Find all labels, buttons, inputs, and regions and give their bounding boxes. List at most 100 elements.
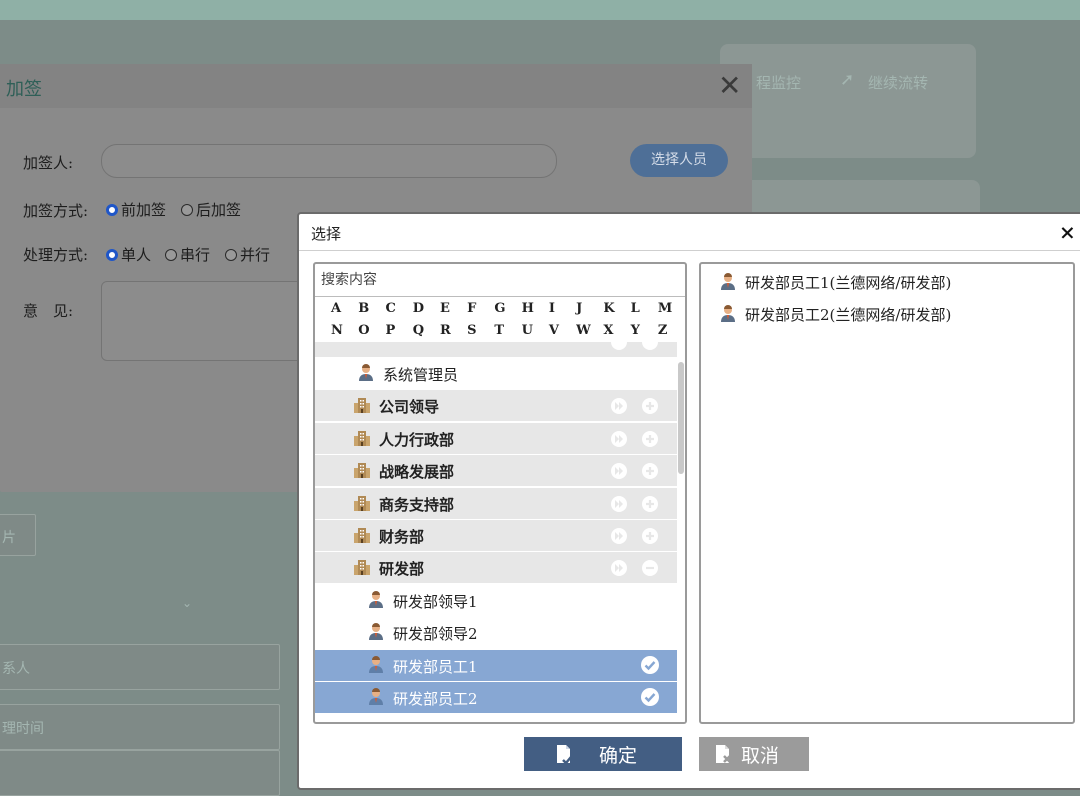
radio-icon[interactable]	[181, 204, 193, 216]
alphabet-letter[interactable]: B	[358, 301, 385, 316]
bg-continue-action[interactable]: 继续流转	[868, 72, 928, 93]
method-label: 加签方式:	[23, 202, 89, 220]
process-serial-option[interactable]: 串行	[165, 244, 210, 265]
alphabet-letter[interactable]: A	[331, 301, 358, 316]
expand-icon[interactable]	[642, 398, 658, 415]
alphabet-letter[interactable]: N	[331, 323, 358, 338]
alphabet-letter[interactable]: T	[494, 323, 521, 338]
select-all-icon[interactable]	[611, 463, 627, 480]
expand-icon[interactable]	[642, 495, 658, 512]
alphabet-letter[interactable]: R	[440, 323, 467, 338]
alphabet-row-2: NOPQRSTUVWXYZ	[331, 319, 685, 341]
confirm-button[interactable]: 确定	[524, 737, 682, 771]
tree-row-partial-bottom[interactable]	[315, 714, 677, 722]
tree-person-row[interactable]: 研发部领导1	[315, 585, 677, 616]
alphabet-letter[interactable]: D	[413, 301, 440, 316]
tree-person-row[interactable]: 研发部员工1	[315, 649, 677, 681]
expand-icon[interactable]	[642, 430, 658, 447]
alphabet-letter[interactable]: P	[385, 323, 412, 338]
person-icon	[367, 623, 385, 641]
tree-org-row[interactable]: 人力行政部	[315, 422, 677, 454]
alphabet-letter[interactable]: Q	[413, 323, 440, 338]
radio-selected-icon[interactable]	[106, 204, 118, 216]
alphabet-letter[interactable]: X	[603, 323, 630, 338]
alphabet-letter[interactable]: E	[440, 301, 467, 316]
process-label: 处理方式:	[23, 246, 89, 264]
method-after-option[interactable]: 后加签	[181, 199, 241, 220]
select-all-icon[interactable]	[611, 398, 627, 415]
process-parallel-option[interactable]: 并行	[225, 244, 270, 265]
alphabet-letter[interactable]: C	[385, 301, 412, 316]
bg-field-2[interactable]	[0, 644, 280, 690]
select-all-icon[interactable]	[611, 495, 627, 512]
select-all-icon[interactable]	[611, 528, 627, 544]
bg-monitor-action[interactable]: 程监控	[756, 72, 801, 93]
alphabet-letter[interactable]: I	[549, 301, 576, 316]
tree-row-label: 研发部员工2	[393, 690, 478, 708]
minus-icon[interactable]	[642, 342, 658, 350]
tree-row-label: 商务支持部	[379, 495, 455, 514]
alphabet-row-1: ABCDEFGHIJKLM	[331, 297, 685, 319]
close-icon[interactable]: ×	[1059, 220, 1076, 244]
tree-row-label: 公司领导	[379, 398, 440, 417]
select-person-button[interactable]: 选择人员	[630, 144, 728, 177]
confirm-label: 确定	[599, 745, 638, 767]
alphabet-letter[interactable]: Z	[658, 323, 685, 338]
tree-org-row[interactable]: 公司领导	[315, 390, 677, 422]
alphabet-letter[interactable]: J	[576, 301, 603, 316]
play-icon[interactable]	[611, 342, 627, 350]
alphabet-letter[interactable]: S	[467, 323, 494, 338]
tree-row-label: 研发部	[379, 560, 425, 579]
tree-org-row[interactable]: 研发部	[315, 552, 677, 584]
radio-selected-icon[interactable]	[106, 249, 118, 261]
select-all-icon[interactable]	[611, 430, 627, 447]
tree-org-row[interactable]: 商务支持部	[315, 487, 677, 519]
alphabet-letter[interactable]: O	[358, 323, 385, 338]
tree-person-row[interactable]: 系统管理员	[315, 358, 677, 389]
check-icon	[641, 688, 659, 706]
bg-field-4[interactable]	[0, 750, 280, 796]
search-input[interactable]	[319, 271, 663, 289]
signer-input[interactable]	[101, 144, 557, 178]
person-icon	[367, 688, 385, 706]
tree-row-label: 研发部领导1	[393, 592, 478, 611]
tree-row-label: 战略发展部	[379, 463, 455, 482]
alphabet-letter[interactable]: H	[522, 301, 549, 316]
radio-icon[interactable]	[165, 249, 177, 261]
tree-person-row[interactable]: 研发部员工2	[315, 682, 677, 713]
alphabet-letter[interactable]: F	[467, 301, 494, 316]
top-banner	[0, 0, 1080, 20]
person-icon	[367, 655, 385, 674]
tree-org-row[interactable]: 战略发展部	[315, 455, 677, 487]
add-signer-header: 加签 ✕	[0, 64, 752, 108]
alphabet-letter[interactable]: M	[658, 301, 685, 316]
alphabet-letter[interactable]: G	[494, 301, 521, 316]
alphabet-letter[interactable]: W	[576, 323, 603, 338]
select-all-icon[interactable]	[611, 560, 627, 577]
tree-person-row[interactable]: 研发部领导2	[315, 617, 677, 648]
radio-icon[interactable]	[225, 249, 237, 261]
method-before-option[interactable]: 前加签	[106, 199, 166, 220]
person-icon	[367, 590, 385, 609]
collapse-icon[interactable]	[642, 560, 658, 577]
cancel-button[interactable]: 取消	[699, 737, 809, 771]
tree-row-label: 财务部	[379, 528, 425, 546]
opinion-textarea[interactable]	[101, 281, 311, 361]
alphabet-letter[interactable]: Y	[631, 323, 658, 338]
tree-row-partial[interactable]	[315, 342, 677, 357]
alphabet-letter[interactable]: U	[522, 323, 549, 338]
alphabet-letter[interactable]: V	[549, 323, 576, 338]
process-single-option[interactable]: 单人	[106, 244, 151, 265]
document-cancel-icon	[716, 745, 731, 763]
tree-org-row[interactable]: 财务部	[315, 520, 677, 551]
opinion-label: 意 见:	[23, 302, 74, 320]
send-icon: ➚	[840, 70, 855, 90]
close-icon[interactable]: ✕	[718, 70, 741, 102]
alphabet-letter[interactable]: K	[603, 301, 630, 316]
person-icon	[719, 273, 737, 291]
expand-icon[interactable]	[642, 528, 658, 544]
expand-icon[interactable]	[642, 463, 658, 480]
scrollbar-thumb[interactable]	[678, 362, 684, 474]
alphabet-letter[interactable]: L	[631, 301, 658, 316]
select-dialog-title: 选择	[311, 225, 342, 243]
